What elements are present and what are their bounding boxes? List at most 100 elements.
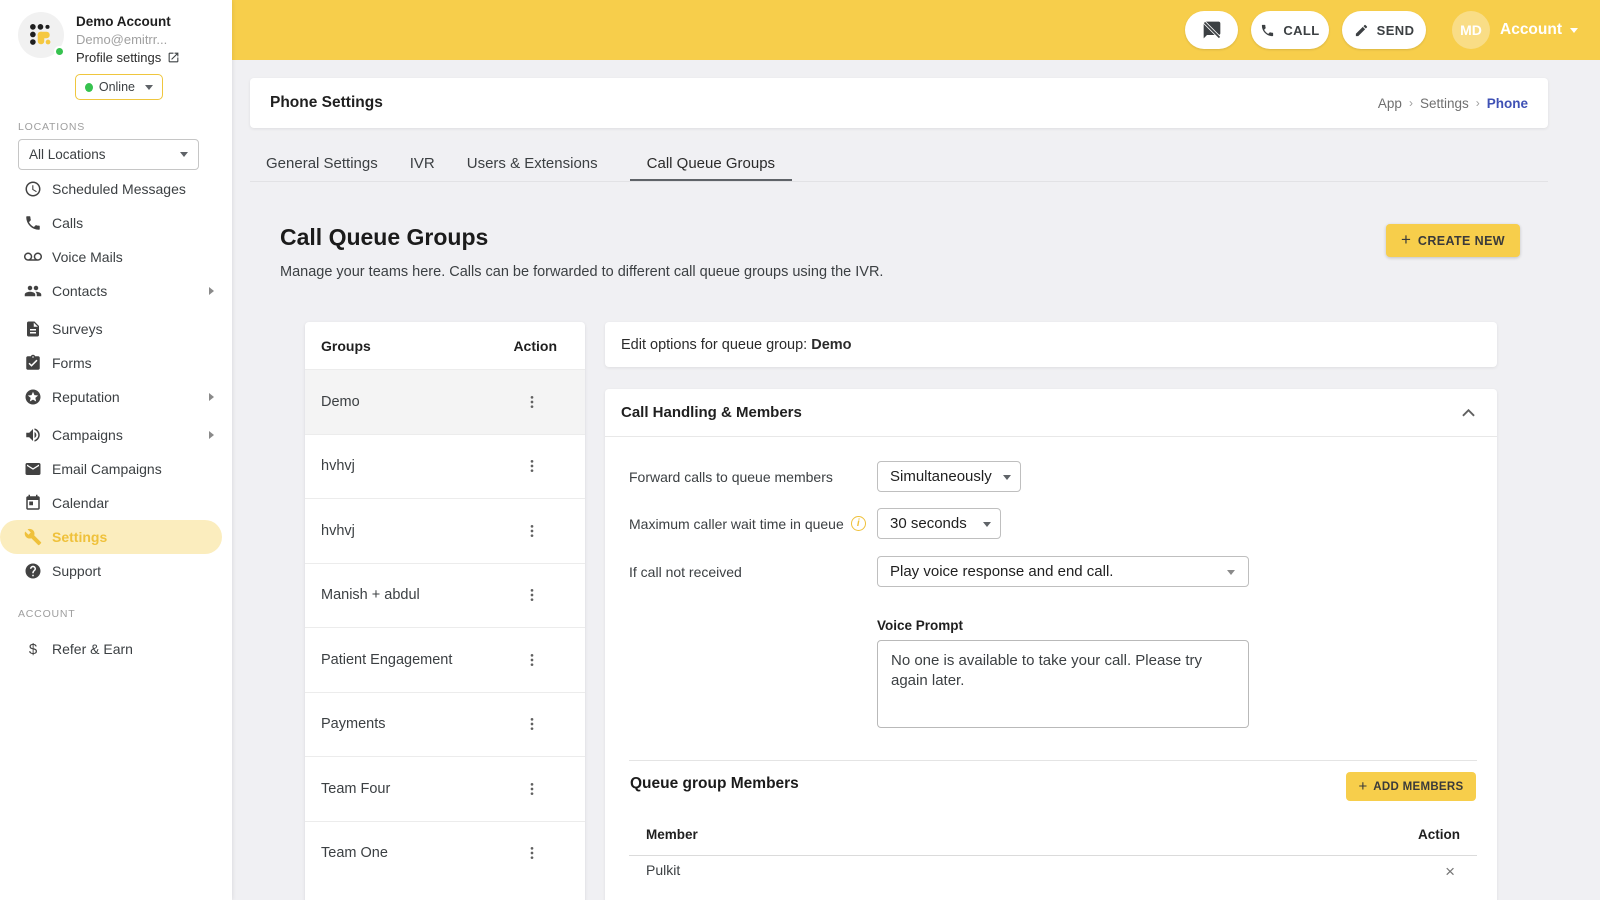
remove-member-icon[interactable]: × [1445,863,1455,880]
group-row-team-four[interactable]: Team Four [305,756,585,821]
wait-time-select[interactable]: 30 seconds [877,508,1001,539]
add-members-button[interactable]: + ADD MEMBERS [1346,772,1476,801]
tab-ivr[interactable]: IVR [410,149,435,179]
plus-icon: + [1359,778,1368,795]
sidebar-item-surveys[interactable]: Surveys [0,312,232,346]
group-row-manish-abdul[interactable]: Manish + abdul [305,563,585,628]
document-icon [24,320,42,338]
clipboard-check-icon [24,354,42,372]
sidebar-item-scheduled-messages[interactable]: Scheduled Messages [0,172,232,206]
sidebar-nav: Scheduled Messages Calls Voice Mails Con… [0,172,232,588]
chat-disabled-button[interactable] [1185,11,1238,49]
sidebar-item-contacts[interactable]: Contacts [0,274,232,308]
chevron-down-icon [1227,570,1235,575]
star-badge-icon [24,388,42,406]
section-divider [629,760,1477,761]
more-options-icon[interactable] [524,587,540,603]
profile-settings-link[interactable]: Profile settings [76,50,180,65]
sidebar-item-calendar[interactable]: Calendar [0,486,232,520]
calendar-icon [24,494,42,512]
groups-column-header: Groups [321,338,371,354]
table-divider [629,855,1477,856]
dollar-icon: $ [24,641,42,658]
action-column-header: Action [513,338,557,354]
forward-calls-select[interactable]: Simultaneously [877,461,1021,492]
edit-options-label: Edit options for queue group: [621,337,807,353]
more-options-icon[interactable] [524,523,540,539]
sidebar-item-support[interactable]: Support [0,554,232,588]
voicemail-icon [24,248,42,266]
breadcrumb-separator: › [1409,96,1413,110]
chevron-right-icon [209,393,214,401]
group-row-patient-engagement[interactable]: Patient Engagement [305,627,585,692]
member-row-name: Pulkit [646,862,680,878]
chevron-down-icon [1570,28,1578,33]
sidebar-item-refer-earn[interactable]: $ Refer & Earn [0,632,232,666]
send-button[interactable]: SEND [1342,11,1426,49]
group-row-hvhvj-1[interactable]: hvhvj [305,434,585,499]
sidebar: Demo Account Demo@emitrr... Profile sett… [0,0,232,900]
sidebar-item-calls[interactable]: Calls [0,206,232,240]
account-avatar[interactable] [18,12,64,58]
page-description: Manage your teams here. Calls can be for… [280,264,883,280]
sidebar-item-campaigns[interactable]: Campaigns [0,418,232,452]
more-options-icon[interactable] [524,716,540,732]
forward-calls-row: Forward calls to queue members Simultane… [629,461,1021,492]
sidebar-item-email-campaigns[interactable]: Email Campaigns [0,452,232,486]
chat-off-icon [1202,20,1222,40]
chevron-down-icon [180,152,188,157]
call-handling-panel: Call Handling & Members Forward calls to… [605,389,1497,900]
locations-label: LOCATIONS [18,121,85,133]
breadcrumb-settings[interactable]: Settings [1420,96,1469,111]
not-received-select[interactable]: Play voice response and end call. [877,556,1249,587]
phone-icon [1260,23,1275,38]
help-icon [24,562,42,580]
more-options-icon[interactable] [524,781,540,797]
queue-members-title: Queue group Members [630,775,799,793]
breadcrumb-phone[interactable]: Phone [1487,96,1528,111]
account-email: Demo@emitrr... [76,32,167,47]
not-received-row: If call not received Play voice response… [629,556,1249,587]
action-column-header: Action [1418,827,1460,842]
pencil-icon [1354,23,1369,38]
group-row-demo[interactable]: Demo [305,369,585,434]
wrench-icon [24,528,42,546]
create-new-button[interactable]: + CREATE NEW [1386,224,1520,257]
groups-table: Groups Action Demo hvhvj hvhvj Manish + … [305,322,585,900]
status-toggle[interactable]: Online [75,74,163,100]
call-button[interactable]: CALL [1251,11,1329,49]
clock-icon [24,180,42,198]
online-dot-icon [85,83,93,92]
more-options-icon[interactable] [524,394,540,410]
breadcrumb-separator: › [1476,96,1480,110]
sidebar-item-reputation[interactable]: Reputation [0,380,232,414]
call-handling-header[interactable]: Call Handling & Members [605,389,1497,437]
voice-prompt-textarea[interactable]: No one is available to take your call. P… [877,640,1249,728]
group-row-payments[interactable]: Payments [305,692,585,757]
edit-options-group-name: Demo [811,337,851,353]
sidebar-item-settings[interactable]: Settings [0,520,222,554]
locations-select[interactable]: All Locations [18,139,199,170]
breadcrumb-app[interactable]: App [1378,96,1402,111]
group-row-team-one[interactable]: Team One [305,821,585,886]
tab-general-settings[interactable]: General Settings [266,149,378,179]
phone-icon [24,214,42,232]
page-title: Call Queue Groups [280,224,488,251]
more-options-icon[interactable] [524,458,540,474]
info-icon[interactable]: i [851,516,866,531]
user-avatar[interactable]: MD [1452,11,1490,49]
group-row-hvhvj-2[interactable]: hvhvj [305,498,585,563]
chevron-down-icon [983,522,991,527]
page-header: Phone Settings App › Settings › Phone [250,78,1548,128]
chevron-up-icon[interactable] [1462,409,1475,417]
sidebar-item-voice-mails[interactable]: Voice Mails [0,240,232,274]
tab-call-queue-groups[interactable]: Call Queue Groups [630,149,792,181]
account-menu[interactable]: Account [1500,21,1578,39]
more-options-icon[interactable] [524,652,540,668]
account-section: $ Refer & Earn [0,632,232,666]
sidebar-item-forms[interactable]: Forms [0,346,232,380]
more-options-icon[interactable] [524,845,540,861]
tab-users-extensions[interactable]: Users & Extensions [467,149,598,179]
page-header-title: Phone Settings [270,94,383,112]
people-icon [24,282,42,300]
